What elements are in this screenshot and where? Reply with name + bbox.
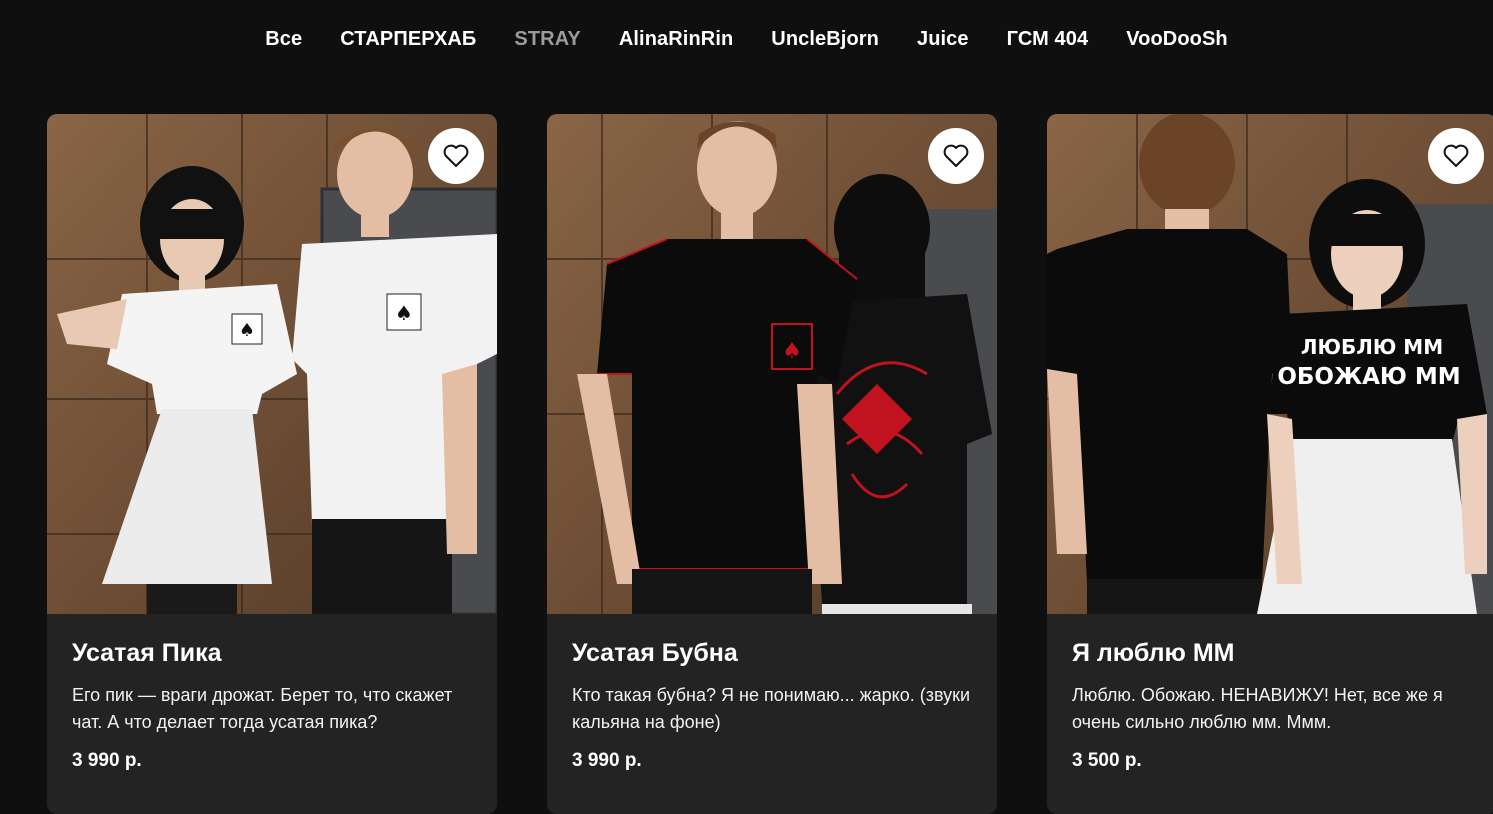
nav-item-gsm404[interactable]: ГСМ 404 <box>988 28 1108 51</box>
svg-text:♠: ♠ <box>395 301 413 325</box>
nav-item-voodoosh[interactable]: VooDooSh <box>1107 28 1247 51</box>
product-photo: ♠ <box>547 114 997 614</box>
shirt-print-line: ОБОЖАЮ ММ <box>1277 364 1460 390</box>
shirt-print-line: ЛЮБЛЮ ММ <box>1301 335 1443 359</box>
svg-text:♠: ♠ <box>782 339 802 364</box>
product-info: Я люблю ММ Люблю. Обожаю. НЕНАВИЖУ! Нет,… <box>1047 614 1493 772</box>
category-nav: Все СТАРПЕРХАБ STRAY AlinaRinRin UncleBj… <box>0 0 1493 78</box>
heart-icon <box>943 144 969 167</box>
product-price: 3 990 р. <box>72 750 142 771</box>
product-price: 3 990 р. <box>572 750 642 771</box>
product-title[interactable]: Я люблю ММ <box>1072 638 1472 668</box>
nav-item-alinarinrin[interactable]: AlinaRinRin <box>600 28 752 51</box>
nav-item-unclebjorn[interactable]: UncleBjorn <box>752 28 898 51</box>
product-price: 3 500 р. <box>1072 750 1142 771</box>
favorite-button[interactable] <box>428 128 484 184</box>
favorite-button[interactable] <box>1428 128 1484 184</box>
product-description: Его пик — враги дрожат. Берет то, что ск… <box>72 685 453 732</box>
product-photo: ЛЮБЛЮ ММ ОБОЖАЮ ММ <box>1047 114 1493 614</box>
product-title[interactable]: Усатая Пика <box>72 638 472 668</box>
svg-text:♠: ♠ <box>239 320 255 341</box>
favorite-button[interactable] <box>928 128 984 184</box>
nav-item-all[interactable]: Все <box>246 28 321 51</box>
product-grid: ♠ ♠ Усатая Пика Его пик — враги дрожат. … <box>47 114 1493 814</box>
product-title[interactable]: Усатая Бубна <box>572 638 972 668</box>
product-info: Усатая Бубна Кто такая бубна? Я не поним… <box>547 614 997 772</box>
nav-item-starperhab[interactable]: СТАРПЕРХАБ <box>321 28 495 51</box>
product-card[interactable]: ЛЮБЛЮ ММ ОБОЖАЮ ММ Я люблю ММ Люблю. Обо… <box>1047 114 1493 814</box>
product-photo: ♠ ♠ <box>47 114 497 614</box>
nav-item-stray[interactable]: STRAY <box>495 28 599 51</box>
product-card[interactable]: ♠ Усатая Бубна Кто такая бубна? Я не пон… <box>547 114 997 814</box>
heart-icon <box>1443 144 1469 167</box>
product-card[interactable]: ♠ ♠ Усатая Пика Его пик — враги дрожат. … <box>47 114 497 814</box>
product-description: Люблю. Обожаю. НЕНАВИЖУ! Нет, все же я о… <box>1072 685 1443 732</box>
nav-item-juice[interactable]: Juice <box>898 28 988 51</box>
heart-icon <box>443 144 469 167</box>
product-description: Кто такая бубна? Я не понимаю... жарко. … <box>572 685 971 732</box>
product-info: Усатая Пика Его пик — враги дрожат. Бере… <box>47 614 497 772</box>
